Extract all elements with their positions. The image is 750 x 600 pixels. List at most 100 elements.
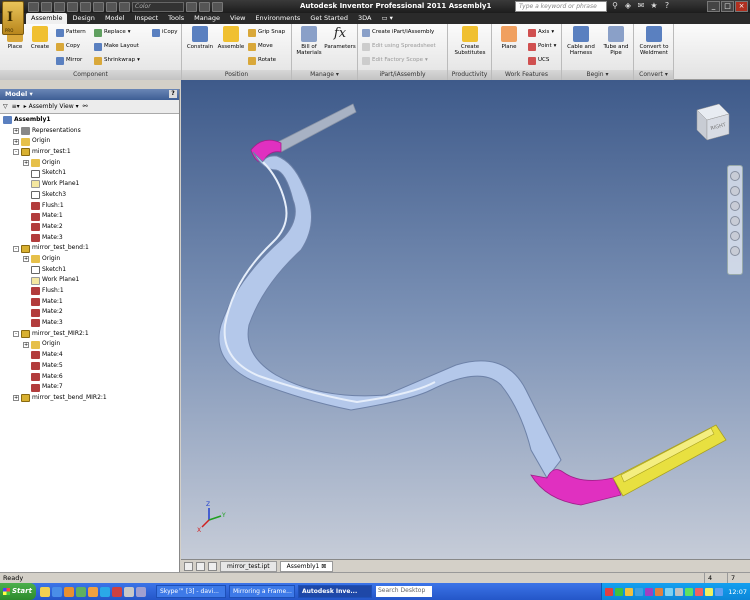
plane-button[interactable]: Plane [496,26,522,50]
favorites-icon[interactable]: ★ [649,1,659,11]
tree-node[interactable]: Work Plane1 [0,275,179,286]
steering-wheel-icon[interactable] [730,171,740,181]
tree-node[interactable]: Sketch3 [0,190,179,201]
help-icon[interactable]: ? [662,1,672,11]
tree-node[interactable]: + Origin [0,158,179,169]
tree-node[interactable]: + Origin [0,339,179,350]
expand-toggle-icon[interactable]: - [13,149,19,156]
expand-toggle-icon[interactable]: + [23,341,29,348]
grip-snap-button[interactable]: Grip Snap [248,27,285,38]
assembly-model[interactable]: Z Y X [181,80,750,559]
nav-options-icon[interactable] [730,246,740,256]
expand-toggle-icon[interactable]: + [23,256,29,263]
tray-icon-12[interactable] [715,587,724,596]
tree-node[interactable]: Mate:4 [0,350,179,361]
tile-horizontal-icon[interactable] [184,561,193,571]
tray-icon-7[interactable] [665,587,674,596]
tray-icon-10[interactable] [695,587,704,596]
expand-toggle-icon[interactable]: + [13,128,19,135]
mirror-button[interactable]: Mirror [56,55,82,66]
expand-toggle-icon[interactable]: - [13,245,19,252]
filter-icon[interactable]: ▽ [3,103,8,110]
desktop-icon[interactable] [40,586,50,597]
color-combo[interactable]: Color [132,1,184,12]
doc-tab-assembly1[interactable]: Assembly1 ⊠ [279,560,334,572]
expand-toggle-icon[interactable]: + [13,395,19,402]
tree-node[interactable]: Mate:1 [0,297,179,308]
tray-icon-9[interactable] [685,587,694,596]
undo-icon[interactable] [67,1,78,12]
tree-node[interactable]: Mate:6 [0,372,179,383]
desktop-search-input[interactable]: Search Desktop [376,586,432,597]
tube-ribbon-body[interactable] [218,151,562,479]
tree-node[interactable]: Mate:3 [0,318,179,329]
viewcube[interactable]: RIGHT [691,100,733,142]
zoom-icon[interactable] [730,201,740,211]
browser-header[interactable]: Model ▾ ? [0,89,179,100]
firefox-icon[interactable] [64,586,74,597]
pattern-button[interactable]: Pattern [56,27,86,38]
tree-node[interactable]: + Origin [0,136,179,147]
tab-view[interactable]: View [225,13,250,24]
ribbon-options-icon[interactable]: ▭ ▾ [376,13,397,24]
tree-node[interactable]: Flush:1 [0,201,179,212]
tree-node[interactable]: - mirror_test:1 [0,147,179,158]
close-tab-icon[interactable]: ⊠ [321,563,326,570]
function-icon[interactable] [186,1,197,12]
expand-toggle-icon[interactable]: + [23,160,29,167]
create-ipart-button[interactable]: Create iPart/iAssembly [362,27,434,38]
opera-icon[interactable] [112,586,122,597]
tray-icon-4[interactable] [635,587,644,596]
icopy-button[interactable]: iCopy [152,27,177,38]
binoculars-icon[interactable]: ⚲ [610,1,620,11]
rotate-button[interactable]: Rotate [248,55,276,66]
select-icon[interactable] [119,1,130,12]
tree-node[interactable]: - mirror_test_bend:1 [0,243,179,254]
tree-node[interactable]: Mate:2 [0,222,179,233]
make-layout-button[interactable]: Make Layout [94,41,139,52]
axis-button[interactable]: Axis ▾ [528,27,554,38]
orbit-icon[interactable] [730,216,740,226]
tab-tools[interactable]: Tools [163,13,189,24]
assembly-view-dropdown[interactable]: ▸ Assembly View ▾ [24,103,79,110]
find-icon[interactable]: ⚯ [83,103,88,110]
tab-design[interactable]: Design [67,13,99,24]
expand-toggle-icon[interactable]: + [13,138,19,145]
tab-3da[interactable]: 3DA [353,13,376,24]
application-menu-button[interactable]: I PRO [2,1,24,35]
cable-harness-button[interactable]: Cable and Harness [564,26,598,56]
measure-icon[interactable] [199,1,210,12]
constrain-button[interactable]: Constrain [184,26,216,50]
tile-vertical-icon[interactable] [196,561,205,571]
tab-assemble[interactable]: Assemble [26,13,68,24]
start-button[interactable]: Start [0,583,36,600]
assemble-button[interactable]: Assemble [216,26,246,50]
tray-icon-5[interactable] [645,587,654,596]
tree-node[interactable]: Sketch1 [0,168,179,179]
convert-weldment-button[interactable]: Convert to Weldment [636,26,672,56]
tray-icon-3[interactable] [625,587,634,596]
point-button[interactable]: Point ▾ [528,41,556,52]
tab-manage[interactable]: Manage [189,13,225,24]
tube-pipe-button[interactable]: Tube and Pipe [600,26,632,56]
move-button[interactable]: Move [248,41,273,52]
tray-icon-1[interactable] [605,587,614,596]
tree-node[interactable]: Work Plane1 [0,179,179,190]
tree-node[interactable]: Mate:7 [0,382,179,393]
tube-straight-top[interactable] [275,103,357,153]
tree-node[interactable]: Mate:1 [0,211,179,222]
tray-icon-11[interactable] [705,587,714,596]
skype-icon[interactable] [100,586,110,597]
cascade-icon[interactable] [208,561,217,571]
tree-node[interactable]: Assembly1 [0,115,179,126]
bom-button[interactable]: Bill of Materials [294,26,324,56]
maximize-button[interactable]: □ [721,1,734,12]
tree-node[interactable]: Mate:2 [0,307,179,318]
tab-model[interactable]: Model [100,13,130,24]
folder-icon[interactable] [88,586,98,597]
tree-node[interactable]: Mate:3 [0,233,179,244]
tree-node[interactable]: Sketch1 [0,265,179,276]
task-skype[interactable]: Skype™ [3] - davi... [156,585,226,598]
doc-tab-mirror-test[interactable]: mirror_test.ipt [220,560,277,572]
communication-icon[interactable]: ✉ [636,1,646,11]
